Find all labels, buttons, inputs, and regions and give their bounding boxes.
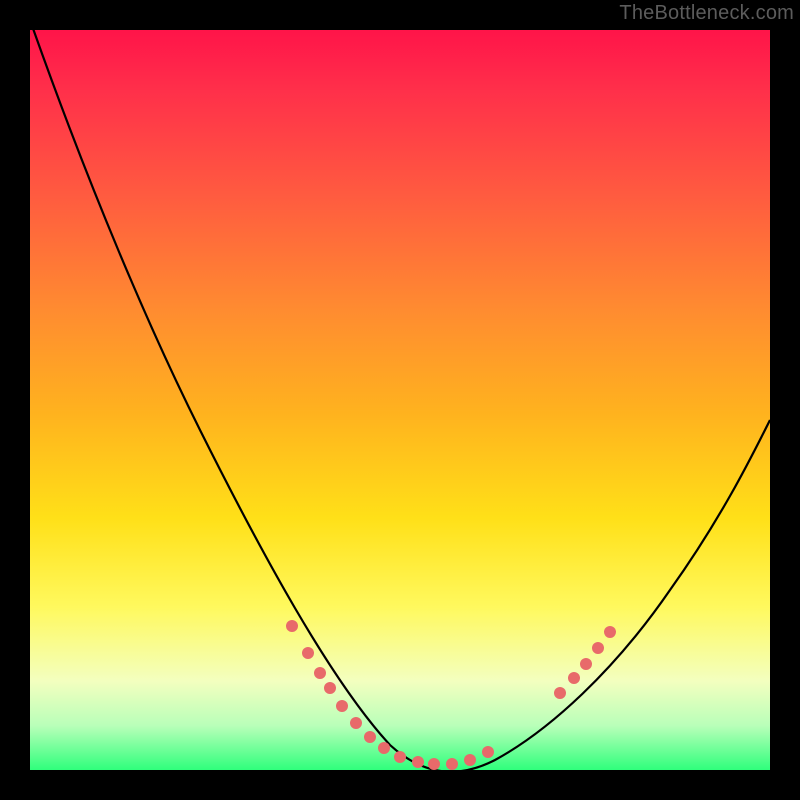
watermark-text: TheBottleneck.com	[619, 2, 794, 25]
plot-gradient-background	[30, 30, 770, 770]
chart-frame: TheBottleneck.com	[0, 0, 800, 800]
